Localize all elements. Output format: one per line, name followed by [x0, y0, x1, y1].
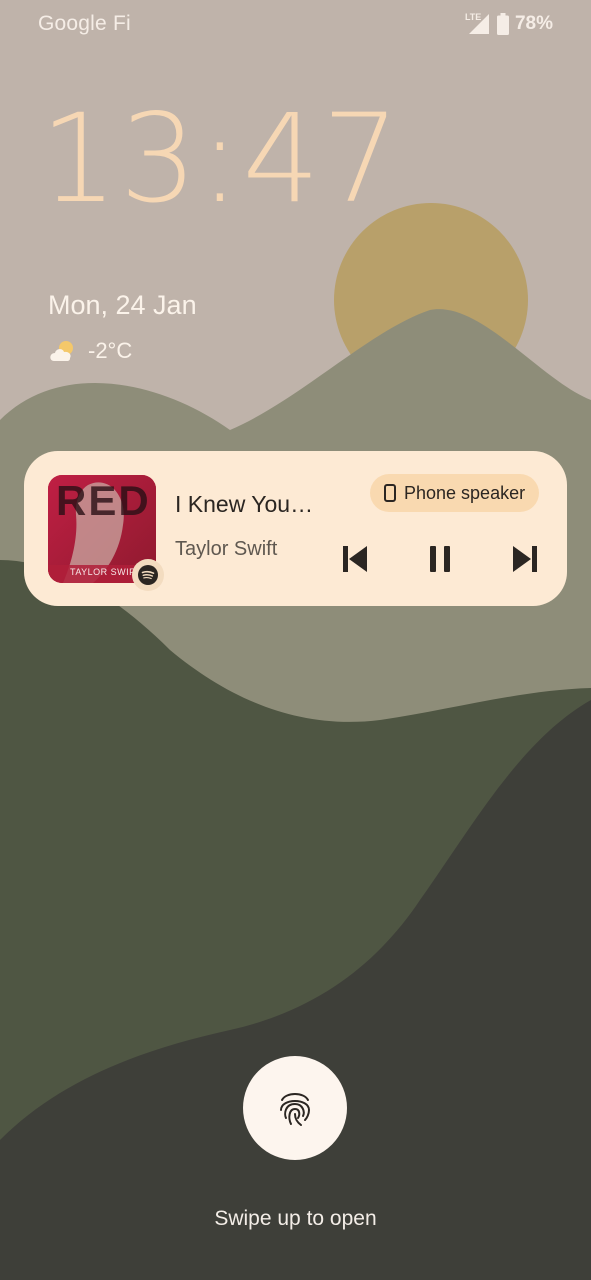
weather-row[interactable]: -2°C [48, 338, 132, 364]
album-art-title: RED [56, 477, 151, 524]
carrier-label: Google Fi [38, 12, 131, 35]
media-player-card[interactable]: RED TAYLOR SWIFT I Knew You… Taylor Swif… [24, 451, 567, 606]
album-art-artist: TAYLOR SWIFT [70, 567, 142, 577]
track-title: I Knew You… [175, 491, 314, 517]
fingerprint-button[interactable] [243, 1056, 347, 1160]
lockscreen-clock: 13:47 [40, 88, 402, 230]
lte-signal-icon: LTE [464, 12, 491, 36]
partly-cloudy-icon [50, 341, 73, 361]
status-icons: LTE 78% [464, 12, 553, 36]
temperature-label: -2°C [88, 338, 133, 363]
phone-icon [384, 484, 396, 502]
fingerprint-icon [280, 1093, 311, 1126]
output-device-chip[interactable]: Phone speaker [370, 474, 540, 512]
pause-icon [430, 546, 450, 572]
next-icon [513, 546, 537, 572]
spotify-icon [132, 559, 164, 591]
output-device-label: Phone speaker [404, 482, 526, 503]
next-button[interactable] [507, 541, 543, 577]
pause-button[interactable] [422, 541, 458, 577]
battery-icon [496, 13, 509, 35]
previous-button[interactable] [337, 541, 373, 577]
previous-icon [343, 546, 367, 572]
network-type-label: LTE [464, 12, 482, 22]
swipe-up-hint: Swipe up to open [214, 1207, 377, 1230]
battery-percent: 78% [514, 13, 553, 34]
track-artist: Taylor Swift [175, 538, 278, 560]
lockscreen-date[interactable]: Mon, 24 Jan [48, 290, 197, 321]
